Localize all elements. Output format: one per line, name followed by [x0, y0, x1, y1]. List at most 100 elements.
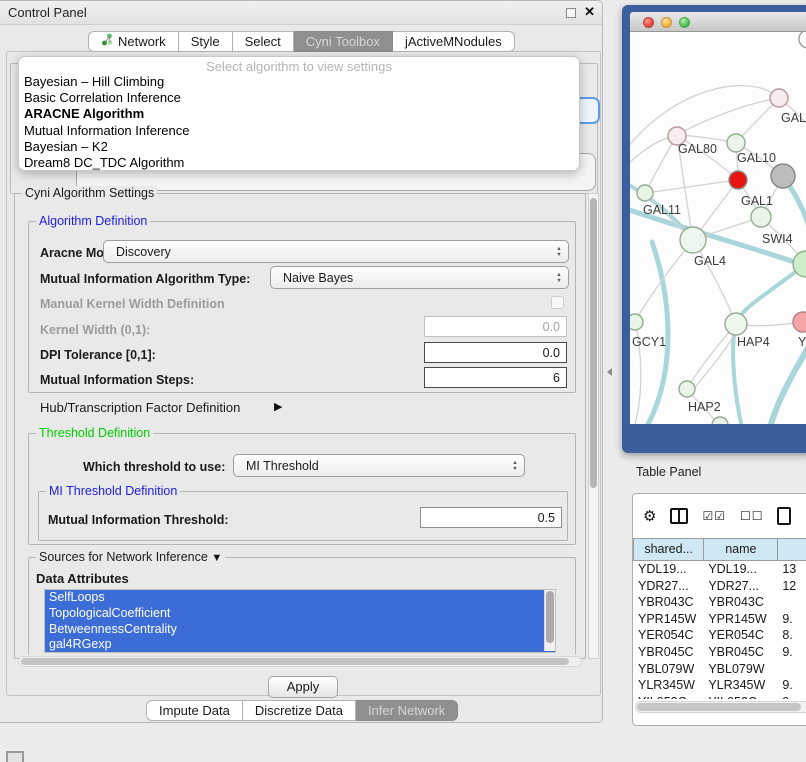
control-panel-window: Control Panel ✕ NetworkStyleSelectCyni T… [0, 0, 603, 723]
collapse-down-icon[interactable]: ▼ [211, 552, 222, 564]
network-canvas[interactable]: GAL80GALGAL10GAL1GAL11SWI4GAL4GCY1HAP4YH… [630, 32, 806, 424]
scrollbar-thumb[interactable] [637, 703, 801, 711]
data-attributes-label: Data Attributes [36, 571, 129, 586]
scrollbar-thumb[interactable] [21, 658, 569, 665]
node-label: Y [798, 335, 806, 349]
table-row[interactable]: YBR045CYBR045C9. [633, 644, 806, 661]
collapse-right-icon[interactable]: ▶ [274, 400, 282, 413]
scrollbar-thumb[interactable] [546, 591, 554, 643]
dpi-tolerance-field[interactable]: 0.0 [424, 342, 567, 363]
network-node-gal4[interactable] [680, 227, 706, 253]
table-header-row: shared...name [633, 538, 806, 561]
dropdown-item[interactable]: Basic Correlation Inference [19, 90, 579, 106]
select-all-checkboxes-icon[interactable]: ☑☑ [702, 509, 726, 523]
settings-vertical-scrollbar[interactable] [588, 193, 599, 659]
apply-button[interactable]: Apply [268, 676, 338, 698]
table-cell: 8. [777, 627, 806, 644]
aracne-mode-combo[interactable]: Discovery [103, 240, 569, 263]
threshold-definition-title: Threshold Definition [36, 426, 153, 440]
mi-threshold-group-title: MI Threshold Definition [46, 484, 180, 498]
network-node-gal10[interactable] [727, 134, 745, 152]
network-window-titlebar[interactable] [630, 12, 806, 32]
control-panel-title: Control Panel [8, 5, 87, 20]
dropdown-item[interactable]: Dream8 DC_TDC Algorithm [19, 155, 579, 171]
network-node-gcy1[interactable] [630, 314, 643, 330]
table-cell: YDL19... [633, 561, 703, 578]
network-graph: GAL80GALGAL10GAL1GAL11SWI4GAL4GCY1HAP4YH… [630, 32, 806, 424]
table-cell: YLR345W [633, 677, 703, 694]
table-horizontal-scrollbar[interactable] [635, 701, 806, 713]
control-panel-titlebar: Control Panel ✕ [0, 1, 602, 25]
close-icon[interactable]: ✕ [584, 4, 595, 20]
zoom-traffic-light[interactable] [679, 17, 690, 28]
deselect-all-checkboxes-icon[interactable]: ☐☐ [740, 509, 764, 523]
panel-splitter-handle[interactable] [607, 368, 612, 376]
attribute-list-item[interactable]: SelfLoops [45, 590, 555, 606]
mi-steps-field[interactable]: 6 [424, 367, 567, 388]
attribute-list-item[interactable]: gal4RGexp [45, 637, 555, 653]
column-header[interactable]: shared... [633, 538, 703, 561]
network-node-hap4[interactable] [725, 313, 747, 335]
table-cell [777, 594, 806, 611]
mi-algorithm-type-combo[interactable]: Naive Bayes [270, 266, 569, 289]
node-label: GAL80 [678, 142, 717, 156]
dropdown-item[interactable]: Mutual Information Inference [19, 123, 579, 139]
close-traffic-light[interactable] [643, 17, 654, 28]
minimize-traffic-light[interactable] [661, 17, 672, 28]
network-node[interactable] [712, 417, 728, 424]
tab-impute-data[interactable]: Impute Data [146, 700, 243, 721]
table-cell: YIL052C [633, 694, 703, 699]
tab-label: jActiveMNodules [405, 34, 502, 49]
gear-icon[interactable]: ⚙ [643, 507, 656, 525]
data-attributes-list[interactable]: SelfLoopsTopologicalCoefficientBetweenne… [44, 589, 556, 653]
table-body: YDL19...YDL19...13YDR27...YDR27...12YBR0… [633, 561, 806, 699]
table-row[interactable]: YPR145WYPR145W9. [633, 611, 806, 628]
network-node-y[interactable] [793, 312, 806, 332]
network-node-gal1[interactable] [751, 207, 771, 227]
docked-panel-icon[interactable] [6, 751, 24, 762]
table-row[interactable]: YDL19...YDL19...13 [633, 561, 806, 578]
table-row[interactable]: YIL052CYIL052C9 [633, 694, 806, 699]
attribute-list-item[interactable]: TopologicalCoefficient [45, 606, 555, 622]
table-row[interactable]: YLR345WYLR345W9. [633, 677, 806, 694]
attributes-list-scrollbar[interactable] [544, 590, 555, 651]
control-panel-tab-bar: NetworkStyleSelectCyni Toolbox jActiveMNo… [88, 31, 515, 52]
network-node[interactable] [771, 164, 795, 188]
table-cell: 9. [777, 677, 806, 694]
network-node[interactable] [729, 171, 747, 189]
manual-kernel-width-label: Manual Kernel Width Definition [40, 297, 225, 311]
table-row[interactable]: YDR27...YDR27...12 [633, 578, 806, 595]
table-row[interactable]: YBR043CYBR043C [633, 594, 806, 611]
tab-select[interactable]: Select [233, 31, 294, 52]
settings-horizontal-scrollbar[interactable] [18, 656, 582, 667]
tab-infer-network[interactable]: Infer Network [356, 700, 458, 721]
tab-cyni-toolbox[interactable]: Cyni Toolbox [294, 31, 393, 52]
mi-threshold-field[interactable]: 0.5 [420, 507, 562, 528]
table-panel-title: Table Panel [636, 465, 701, 479]
attribute-list-item[interactable]: BetweennessCentrality [45, 622, 555, 638]
table-cell: YBR045C [633, 644, 703, 661]
network-node-hap2[interactable] [679, 381, 695, 397]
network-node-gal[interactable] [770, 89, 788, 107]
scrollbar-thumb[interactable] [590, 198, 597, 488]
tab-jactivemnodules[interactable]: jActiveMNodules [393, 31, 515, 52]
dropdown-item[interactable]: Bayesian – K2 [19, 139, 579, 155]
table-row[interactable]: YER054CYER054C8. [633, 627, 806, 644]
float-window-icon[interactable] [566, 8, 576, 18]
dropdown-item[interactable]: ARACNE Algorithm [19, 106, 579, 122]
table-row[interactable]: YBL079WYBL079W [633, 661, 806, 678]
tab-label: Discretize Data [255, 703, 343, 718]
column-header[interactable]: name [703, 538, 777, 561]
new-table-icon[interactable] [777, 507, 791, 525]
column-header[interactable] [777, 538, 806, 561]
tab-style[interactable]: Style [179, 31, 233, 52]
dropdown-item[interactable]: Bayesian – Hill Climbing [19, 74, 579, 90]
tab-label: Infer Network [368, 703, 445, 718]
network-node-gal11[interactable] [637, 185, 653, 201]
network-node[interactable] [799, 32, 806, 48]
tab-discretize-data[interactable]: Discretize Data [243, 700, 356, 721]
tab-network[interactable]: Network [88, 31, 179, 52]
which-threshold-combo[interactable]: MI Threshold [233, 454, 525, 477]
columns-icon[interactable] [670, 508, 688, 524]
node-table: shared...name YDL19...YDL19...13YDR27...… [633, 538, 806, 699]
